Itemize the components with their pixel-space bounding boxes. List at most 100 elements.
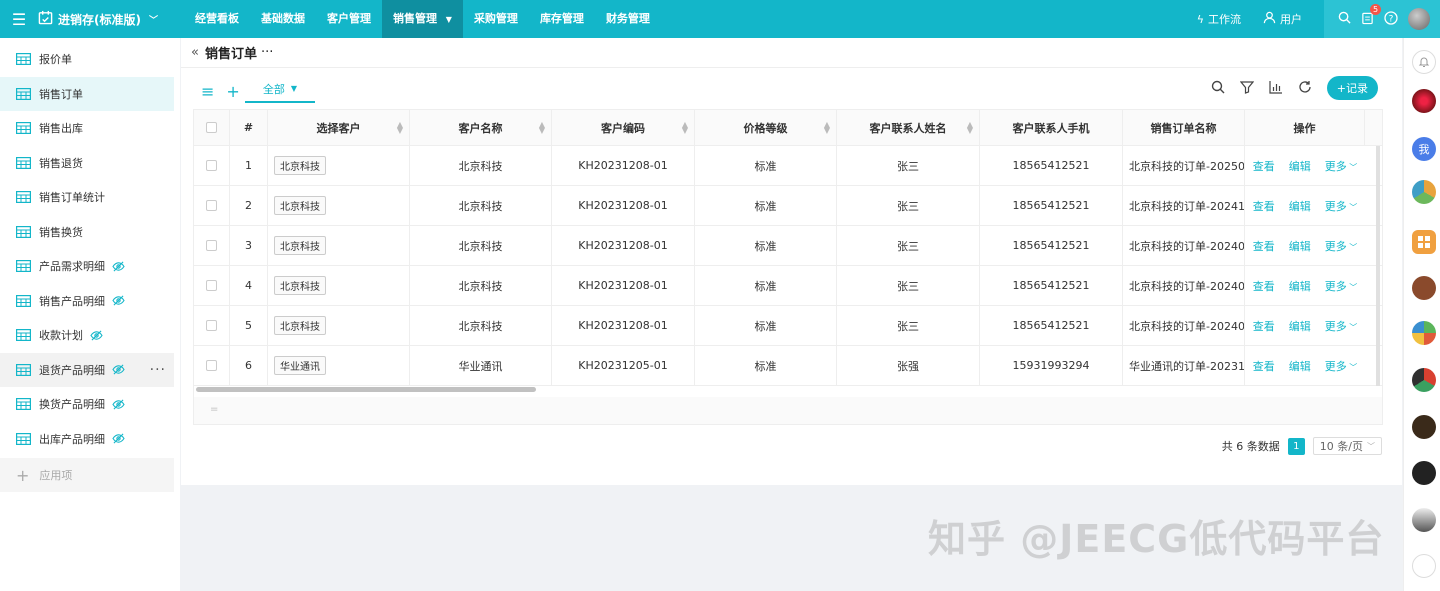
sort-icon[interactable]: ▲ ▼	[967, 120, 973, 134]
column-header[interactable]: 客户名称 ▲ ▼	[410, 110, 552, 145]
app-avatar-10[interactable]	[1412, 508, 1436, 532]
horizontal-scrollbar[interactable]	[194, 386, 1249, 394]
sort-icon[interactable]: ▲ ▼	[824, 120, 830, 134]
add-view-icon[interactable]: +	[226, 82, 239, 101]
app-avatar-7[interactable]	[1412, 368, 1436, 392]
menu-icon[interactable]: ☰	[0, 10, 38, 29]
sort-icon[interactable]: ▲ ▼	[397, 120, 403, 134]
edit-link[interactable]: 编辑	[1289, 238, 1311, 254]
app-avatar-3[interactable]	[1412, 180, 1436, 204]
row-checkbox[interactable]	[206, 160, 217, 171]
sidebar-item-4[interactable]: 销售订单统计	[0, 180, 174, 215]
bell-icon[interactable]	[1412, 50, 1436, 74]
customer-tag[interactable]: 北京科技	[274, 276, 326, 295]
table-row[interactable]: 4 北京科技 北京科技 KH20231208-01 标准 张三 18565412521 北京科…	[194, 266, 1382, 306]
nav-item-2[interactable]: 客户管理	[316, 0, 382, 38]
sort-icon[interactable]: ▲ ▼	[539, 120, 545, 134]
sidebar-item-2[interactable]: 销售出库	[0, 111, 174, 146]
column-header[interactable]: 客户编码 ▲ ▼	[552, 110, 695, 145]
table-row[interactable]: 2 北京科技 北京科技 KH20231208-01 标准 张三 18565412521 北京科…	[194, 186, 1382, 226]
customer-tag[interactable]: 北京科技	[274, 316, 326, 335]
nav-item-6[interactable]: 财务管理	[595, 0, 661, 38]
more-icon[interactable]: ···	[261, 45, 273, 60]
edit-link[interactable]: 编辑	[1289, 198, 1311, 214]
sidebar-item-0[interactable]: 报价单	[0, 42, 174, 77]
sidebar-item-6[interactable]: 产品需求明细	[0, 249, 174, 284]
sidebar-item-8[interactable]: 收款计划	[0, 318, 174, 353]
sidebar-item-5[interactable]: 销售换货	[0, 215, 174, 250]
user-link[interactable]: 用户	[1263, 11, 1302, 27]
sidebar-item-3[interactable]: 销售退货	[0, 146, 174, 181]
column-header[interactable]: 客户联系人手机	[980, 110, 1123, 145]
edit-link[interactable]: 编辑	[1289, 358, 1311, 374]
add-record-button[interactable]: +记录	[1326, 76, 1378, 100]
app-avatar-1[interactable]	[1412, 89, 1436, 113]
sidebar-item-7[interactable]: 销售产品明细	[0, 284, 174, 319]
table-row[interactable]: 6 华业通讯 华业通讯 KH20231205-01 标准 张强 15931993294 华业通…	[194, 346, 1382, 386]
more-icon[interactable]: ···	[150, 362, 166, 378]
sidebar-item-10[interactable]: 换货产品明细	[0, 387, 174, 422]
view-link[interactable]: 查看	[1253, 198, 1275, 214]
sidebar-item-9[interactable]: 退货产品明细 ···	[0, 352, 174, 387]
nav-item-4[interactable]: 采购管理	[463, 0, 529, 38]
row-checkbox[interactable]	[206, 240, 217, 251]
column-header[interactable]: 客户联系人姓名 ▲ ▼	[837, 110, 980, 145]
grid-app-icon[interactable]	[1412, 230, 1436, 254]
table-row[interactable]: 5 北京科技 北京科技 KH20231208-01 标准 张三 18565412521 北京科…	[194, 306, 1382, 346]
row-checkbox[interactable]	[206, 280, 217, 291]
sort-icon[interactable]: ▲ ▼	[682, 120, 688, 134]
more-dropdown[interactable]: 更多 ﹀	[1325, 318, 1358, 334]
filter-icon[interactable]	[1239, 80, 1255, 97]
notification-icon[interactable]: 5	[1361, 3, 1381, 28]
vertical-scrollbar[interactable]	[1376, 146, 1380, 386]
nav-item-1[interactable]: 基础数据	[250, 0, 316, 38]
search-icon[interactable]	[1338, 11, 1351, 27]
app-avatar-9[interactable]	[1412, 461, 1436, 485]
sidebar-item-11[interactable]: 出库产品明细	[0, 422, 174, 457]
edit-link[interactable]: 编辑	[1289, 158, 1311, 174]
app-avatar-me[interactable]: 我	[1412, 137, 1436, 161]
row-checkbox[interactable]	[206, 200, 217, 211]
select-all-checkbox[interactable]	[206, 122, 217, 133]
app-avatar-6[interactable]	[1412, 321, 1436, 345]
add-app-item-button[interactable]: + 应用项	[0, 458, 174, 492]
collapse-icon[interactable]: «	[191, 45, 199, 60]
app-avatar-8[interactable]	[1412, 415, 1436, 439]
nav-item-3[interactable]: 销售管理 ▼	[382, 0, 463, 38]
search-icon[interactable]	[1211, 80, 1225, 97]
refresh-icon[interactable]	[1298, 80, 1312, 97]
page-size-select[interactable]: 10 条/页 ﹀	[1312, 437, 1382, 455]
tab-all[interactable]: 全部 ▼	[245, 76, 315, 103]
app-switcher[interactable]: 进销存(标准版) ﹀	[38, 10, 178, 28]
column-header[interactable]: 操作	[1245, 110, 1365, 145]
avatar[interactable]	[1408, 8, 1430, 30]
page-1-button[interactable]: 1	[1287, 437, 1305, 455]
column-header[interactable]: #	[230, 110, 268, 145]
column-header[interactable]: 销售订单名称	[1123, 110, 1245, 145]
customer-tag[interactable]: 华业通讯	[274, 356, 326, 375]
more-dropdown[interactable]: 更多 ﹀	[1325, 238, 1358, 254]
row-checkbox[interactable]	[206, 360, 217, 371]
app-avatar-5[interactable]	[1412, 276, 1436, 300]
customer-tag[interactable]: 北京科技	[274, 196, 326, 215]
nav-item-5[interactable]: 库存管理	[529, 0, 595, 38]
row-checkbox[interactable]	[206, 320, 217, 331]
table-row[interactable]: 1 北京科技 北京科技 KH20231208-01 标准 张三 18565412521 北京科…	[194, 146, 1382, 186]
view-link[interactable]: 查看	[1253, 278, 1275, 294]
view-link[interactable]: 查看	[1253, 158, 1275, 174]
customer-tag[interactable]: 北京科技	[274, 236, 326, 255]
workflow-link[interactable]: ϟ 工作流	[1197, 11, 1241, 27]
nav-item-0[interactable]: 经营看板	[184, 0, 250, 38]
list-menu-icon[interactable]: ≡	[201, 82, 214, 101]
more-dropdown[interactable]: 更多 ﹀	[1325, 158, 1358, 174]
view-link[interactable]: 查看	[1253, 238, 1275, 254]
more-dropdown[interactable]: 更多 ﹀	[1325, 198, 1358, 214]
table-row[interactable]: 3 北京科技 北京科技 KH20231208-01 标准 张三 18565412521 北京科…	[194, 226, 1382, 266]
edit-link[interactable]: 编辑	[1289, 318, 1311, 334]
more-dropdown[interactable]: 更多 ﹀	[1325, 358, 1358, 374]
sidebar-item-1[interactable]: 销售订单	[0, 76, 174, 111]
app-avatar-11[interactable]	[1412, 554, 1436, 578]
chart-icon[interactable]	[1269, 80, 1283, 97]
column-header[interactable]: 选择客户 ▲ ▼	[268, 110, 410, 145]
view-link[interactable]: 查看	[1253, 358, 1275, 374]
